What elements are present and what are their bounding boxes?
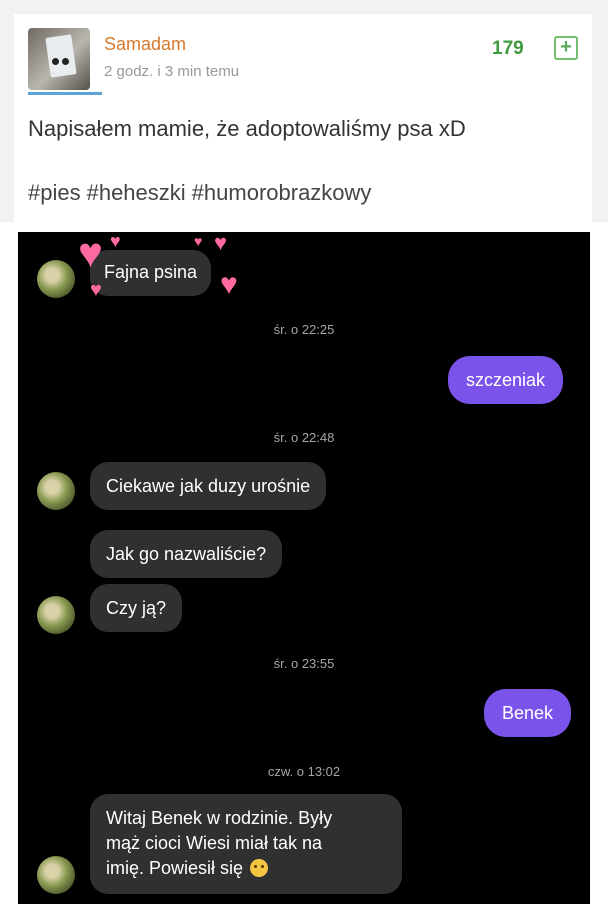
message-text: Benek [502,703,554,723]
tag-list: #pies #heheszki #humorobrazkowy [28,180,377,206]
message-text: Ciekawe jak duzy urośnie [106,476,311,496]
message-text-line: Witaj Benek w rodzinie. Były [106,808,333,828]
post-time: 2 godz. i 3 min temu [104,63,240,80]
message-incoming: Witaj Benek w rodzinie. Były mąż cioci W… [90,794,402,894]
heart-reaction-icon: ♥ [78,232,103,276]
contact-avatar [37,596,75,634]
contact-avatar [37,260,75,298]
message-text: Fajna psina [104,262,198,282]
message-incoming: Jak go nazwaliście? [90,530,283,578]
tag-link[interactable]: #heheszki [87,180,186,205]
message-outgoing: szczeniak [448,356,564,404]
heart-reaction-icon: ♥ [90,279,102,301]
timestamp: śr. o 22:25 [273,322,335,337]
upvote-plus-icon[interactable]: + [554,36,578,60]
message-incoming: Ciekawe jak duzy urośnie [90,462,327,510]
message-text-line: imię. Powiesił się [106,858,244,878]
vote-count: 179 [492,38,524,59]
message-text-line: mąż cioci Wiesi miał tak na [106,833,323,853]
chat-screenshot: Fajna psina ♥ ♥ ♥ ♥ ♥ ♥ śr. o 22:25 szcz… [18,232,590,904]
tag-link[interactable]: #pies [28,180,81,205]
heart-reaction-icon: ♥ [194,233,203,249]
username-link[interactable]: Samadam [104,34,186,55]
message-text: szczeniak [466,370,546,390]
post-text: Napisałem mamie, że adoptowaliśmy psa xD [28,116,466,141]
timestamp: śr. o 23:55 [273,656,335,671]
contact-avatar [37,472,75,510]
message-outgoing: Benek [484,689,572,737]
heart-reaction-icon: ♥ [214,232,228,255]
sad-face-emoji-icon [250,859,269,877]
heart-reaction-icon: ♥ [220,268,238,301]
message-text: Jak go nazwaliście? [106,544,267,564]
tag-link[interactable]: #humorobrazkowy [192,180,372,205]
timestamp: śr. o 22:48 [273,430,335,445]
post-container: Samadam 2 godz. i 3 min temu 179 + Napis… [0,0,608,222]
message-incoming: Fajna psina [90,250,212,296]
message-text: Czy ją? [106,598,167,618]
heart-reaction-icon: ♥ [110,232,121,251]
post-card: Samadam 2 godz. i 3 min temu 179 + Napis… [14,14,592,222]
avatar-underline [28,92,102,95]
contact-avatar [37,856,75,894]
message-incoming: Czy ją? [90,584,183,632]
user-avatar[interactable] [28,28,90,90]
timestamp: czw. o 13:02 [267,764,341,779]
